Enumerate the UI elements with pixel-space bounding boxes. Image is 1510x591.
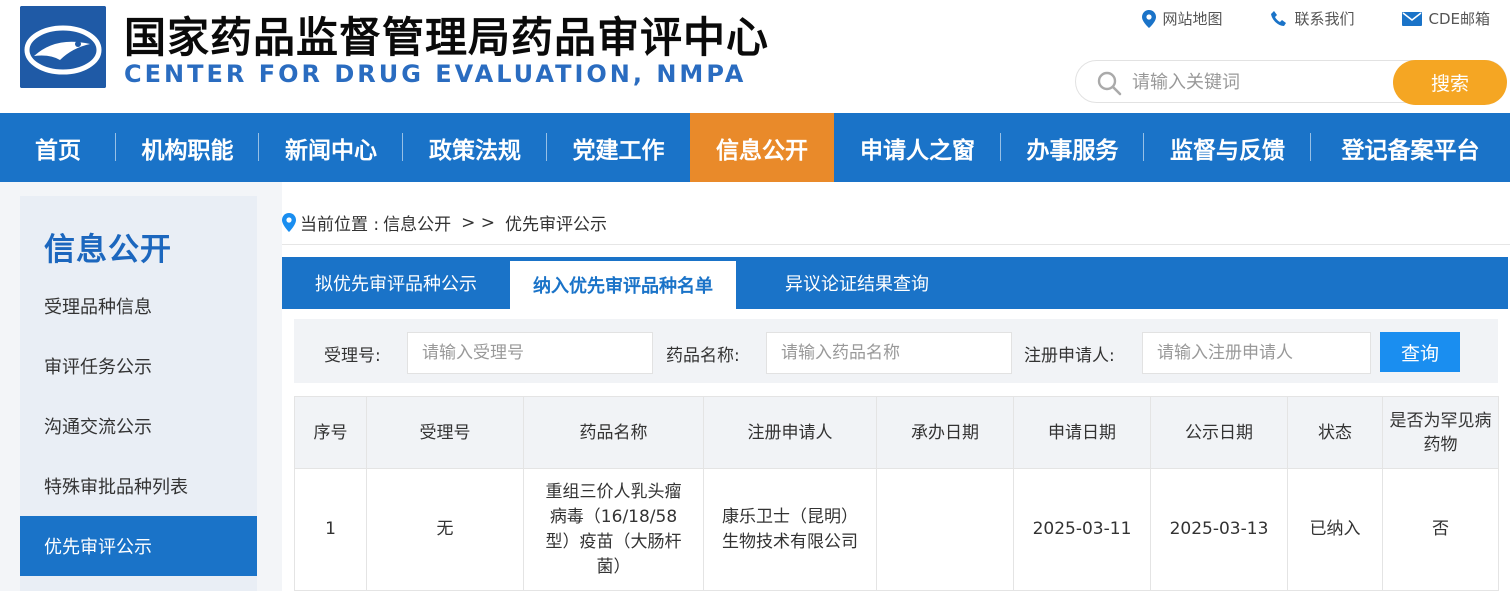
breadcrumb-current: 优先审评公示	[505, 215, 608, 235]
filter-bar: 受理号: 药品名称: 注册申请人: 查询	[294, 319, 1498, 383]
contact-label: 联系我们	[1294, 10, 1355, 28]
mail-label: CDE邮箱	[1428, 10, 1490, 28]
sidebar: 信息公开 受理品种信息 审评任务公示 沟通交流公示 特殊审批品种列表 优先审评公…	[20, 196, 257, 591]
col-header-applicant: 注册申请人	[703, 396, 877, 469]
nav-item-policy[interactable]: 政策法规	[403, 113, 547, 182]
search-input[interactable]	[1130, 67, 1430, 97]
main-nav: 首页 机构职能 新闻中心 政策法规 党建工作 信息公开 申请人之窗 办事服务 监…	[0, 113, 1510, 182]
sidebar-title: 信息公开	[44, 232, 172, 268]
breadcrumb-prefix: 当前位置 :	[300, 215, 380, 235]
cell-publish-date: 2025-03-13	[1150, 468, 1288, 591]
table-row: 1 无 重组三价人乳头瘤病毒（16/18/58型）疫苗（大肠杆菌） 康乐卫士（昆…	[294, 468, 1499, 591]
cell-undertake-date	[876, 468, 1014, 591]
mail-icon	[1402, 11, 1423, 26]
main-content: 当前位置 : 信息公开 > > 优先审评公示 拟优先审评品种公示 纳入优先审评品…	[282, 182, 1510, 591]
col-header-apply-date: 申请日期	[1013, 396, 1151, 469]
breadcrumb: 当前位置 : 信息公开 > > 优先审评公示	[282, 210, 607, 235]
nav-item-functions[interactable]: 机构职能	[116, 113, 259, 182]
site-header: 国家药品监督管理局药品审评中心 CENTER FOR DRUG EVALUATI…	[0, 0, 1510, 113]
nav-item-home[interactable]: 首页	[0, 113, 116, 182]
sidebar-item-review-tasks[interactable]: 审评任务公示	[20, 336, 257, 396]
nav-item-applicant[interactable]: 申请人之窗	[834, 113, 1001, 182]
tab-proposed-priority[interactable]: 拟优先审评品种公示	[282, 257, 510, 309]
sidebar-item-priority-review[interactable]: 优先审评公示	[20, 516, 257, 576]
search-button[interactable]: 搜索	[1393, 60, 1507, 105]
location-pin-icon	[282, 213, 296, 232]
applicant-input[interactable]	[1142, 332, 1371, 374]
cell-drug-name: 重组三价人乳头瘤病毒（16/18/58型）疫苗（大肠杆菌）	[523, 468, 704, 591]
filter-label-acceptance-no: 受理号:	[324, 346, 381, 366]
table-header-row: 序号 受理号 药品名称 注册申请人 承办日期 申请日期 公示日期 状态 是否为罕…	[294, 396, 1499, 469]
breadcrumb-divider	[282, 244, 1510, 245]
col-header-rare-disease: 是否为罕见病药物	[1382, 396, 1499, 469]
top-links: 网站地图 联系我们 CDE邮箱	[1142, 8, 1490, 29]
sitemap-label: 网站地图	[1162, 10, 1223, 28]
nav-item-feedback[interactable]: 监督与反馈	[1144, 113, 1311, 182]
nav-item-party[interactable]: 党建工作	[547, 113, 690, 182]
priority-review-table: 序号 受理号 药品名称 注册申请人 承办日期 申请日期 公示日期 状态 是否为罕…	[294, 396, 1499, 591]
phone-icon	[1271, 10, 1287, 26]
col-header-publish-date: 公示日期	[1150, 396, 1288, 469]
tab-included-priority-list[interactable]: 纳入优先审评品种名单	[510, 261, 736, 309]
page-body: 信息公开 受理品种信息 审评任务公示 沟通交流公示 特殊审批品种列表 优先审评公…	[0, 182, 1510, 591]
acceptance-no-input[interactable]	[407, 332, 653, 374]
cell-status: 已纳入	[1287, 468, 1383, 591]
nav-item-info-public[interactable]: 信息公开	[690, 113, 834, 182]
cell-apply-date: 2025-03-11	[1013, 468, 1151, 591]
tab-bar: 拟优先审评品种公示 纳入优先审评品种名单 异议论证结果查询	[282, 257, 1508, 309]
col-header-drug-name: 药品名称	[523, 396, 704, 469]
cde-logo[interactable]	[20, 6, 106, 88]
nav-item-registration[interactable]: 登记备案平台	[1311, 113, 1510, 182]
col-header-status: 状态	[1287, 396, 1383, 469]
cell-index: 1	[294, 468, 367, 591]
location-pin-icon	[1142, 9, 1157, 28]
filter-label-drug-name: 药品名称:	[666, 346, 740, 366]
contact-link[interactable]: 联系我们	[1270, 8, 1354, 29]
site-title: 国家药品监督管理局药品审评中心	[124, 13, 770, 62]
sidebar-item-accepted[interactable]: 受理品种信息	[20, 276, 257, 336]
search-box: 搜索	[1075, 60, 1507, 105]
cell-applicant: 康乐卫士（昆明）生物技术有限公司	[703, 468, 877, 591]
drug-name-input[interactable]	[766, 332, 1012, 374]
cell-acceptance-no: 无	[366, 468, 524, 591]
query-button[interactable]: 查询	[1380, 332, 1460, 372]
sidebar-item-communication[interactable]: 沟通交流公示	[20, 396, 257, 456]
breadcrumb-separator: > >	[461, 212, 496, 233]
tab-objection-results[interactable]: 异议论证结果查询	[736, 257, 978, 309]
col-header-acceptance-no: 受理号	[366, 396, 524, 469]
site-subtitle: CENTER FOR DRUG EVALUATION, NMPA	[124, 60, 747, 88]
col-header-index: 序号	[294, 396, 367, 469]
col-header-undertake-date: 承办日期	[876, 396, 1014, 469]
sitemap-link[interactable]: 网站地图	[1142, 8, 1222, 29]
sidebar-item-special-approval[interactable]: 特殊审批品种列表	[20, 456, 257, 516]
nav-item-news[interactable]: 新闻中心	[259, 113, 403, 182]
breadcrumb-section[interactable]: 信息公开	[383, 210, 451, 235]
filter-label-applicant: 注册申请人:	[1024, 346, 1115, 366]
mail-link[interactable]: CDE邮箱	[1402, 8, 1490, 29]
search-icon	[1097, 71, 1122, 96]
nav-item-services[interactable]: 办事服务	[1001, 113, 1144, 182]
cell-rare-disease: 否	[1382, 468, 1499, 591]
